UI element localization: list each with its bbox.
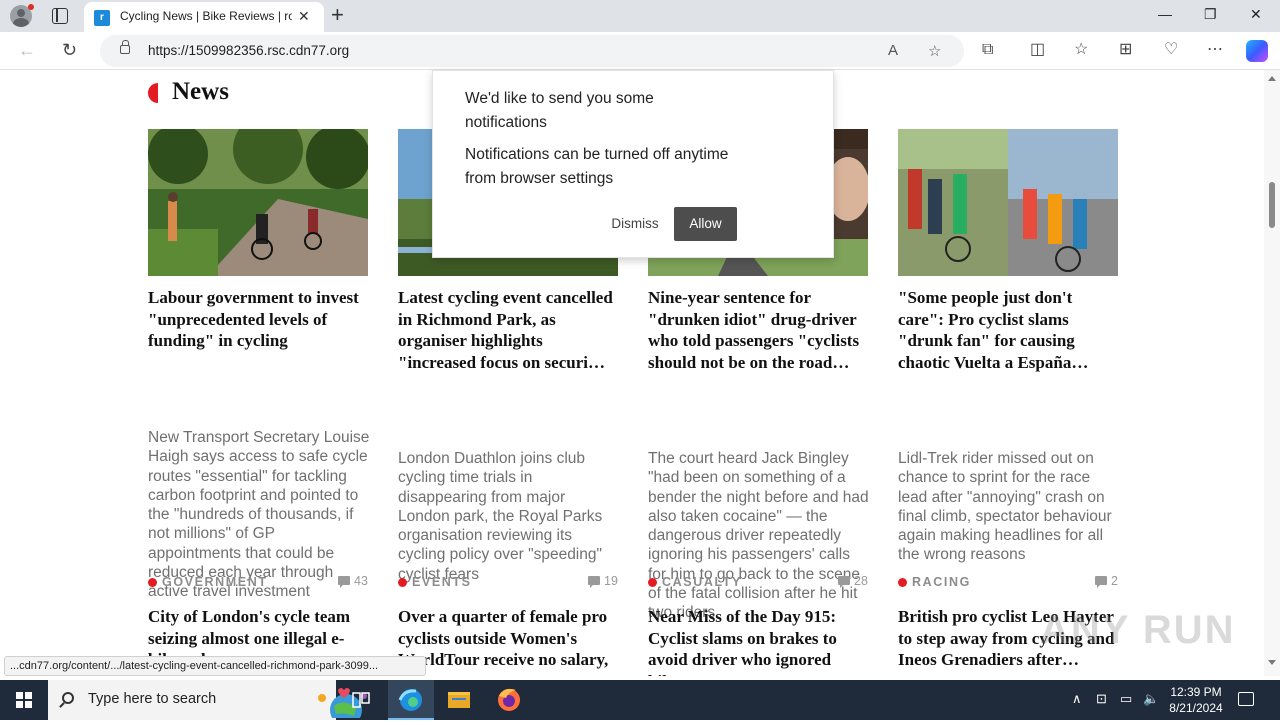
taskbar-search[interactable]: Type here to search: [48, 680, 367, 720]
windows-taskbar: Type here to search ∧ ⊡ ▭ 🔈 12:39 PM 8/2…: [0, 680, 1280, 720]
category-label[interactable]: CASUALTY: [662, 575, 742, 589]
browser-essentials-icon[interactable]: ♡: [1164, 41, 1178, 59]
article-meta: EVENTS 19: [398, 574, 618, 590]
comment-count[interactable]: 28: [854, 574, 868, 588]
windows-start-icon[interactable]: [16, 692, 32, 708]
new-tab-icon[interactable]: +: [331, 4, 344, 26]
article-headline[interactable]: Nine-year sentence for "drunken idiot" d…: [648, 287, 870, 373]
url-text[interactable]: https://1509982356.rsc.cdn77.org: [148, 43, 349, 58]
article-headline[interactable]: Near Miss of the Day 915: Cyclist slams …: [648, 606, 870, 676]
article-summary: London Duathlon joins club cycling time …: [398, 450, 603, 583]
category-dot: [398, 578, 407, 587]
minimize-icon[interactable]: —: [1158, 6, 1172, 22]
tab-close-icon[interactable]: ✕: [298, 8, 310, 25]
task-view-icon[interactable]: [338, 680, 384, 720]
allow-button[interactable]: Allow: [674, 207, 737, 241]
copilot-icon[interactable]: [1246, 40, 1268, 62]
article-meta: CASUALTY 28: [648, 574, 868, 590]
comment-count[interactable]: 2: [1111, 574, 1118, 588]
favorite-star-icon[interactable]: ☆: [928, 42, 941, 60]
comment-icon[interactable]: [838, 576, 850, 588]
popup-text: notifications: [465, 114, 547, 131]
section-title: News: [172, 78, 229, 105]
close-window-icon[interactable]: ✕: [1250, 6, 1262, 23]
comment-icon[interactable]: [588, 576, 600, 588]
collections-icon[interactable]: ⊞: [1119, 41, 1132, 59]
comment-icon[interactable]: [1095, 576, 1107, 588]
popup-text: We'd like to send you some: [465, 90, 654, 107]
site-favicon-icon: r: [94, 10, 110, 26]
article-summary: Lidl-Trek rider missed out on chance to …: [898, 450, 1112, 564]
page-scrollbar[interactable]: [1264, 70, 1280, 676]
address-bar[interactable]: https://1509982356.rsc.cdn77.org A ☆: [100, 35, 964, 67]
article-headline[interactable]: Latest cycling event cancelled in Richmo…: [398, 287, 620, 373]
search-icon: [62, 692, 74, 704]
browser-toolbar: ← ↻ https://1509982356.rsc.cdn77.org A ☆…: [0, 32, 1280, 70]
volume-icon[interactable]: 🔈: [1143, 691, 1159, 707]
network-icon[interactable]: ▭: [1120, 691, 1132, 707]
tab-cycling-news[interactable]: r Cycling News | Bike Reviews | road ✕: [84, 2, 324, 32]
article-summary: The court heard Jack Bingley "had been o…: [648, 450, 869, 622]
article-image[interactable]: [148, 129, 368, 276]
taskbar-clock[interactable]: 12:39 PM 8/21/2024: [1160, 684, 1232, 716]
lock-icon[interactable]: [120, 40, 130, 54]
category-label[interactable]: RACING: [912, 575, 971, 589]
favorites-icon[interactable]: ☆: [1074, 41, 1088, 59]
clock-time: 12:39 PM: [1170, 685, 1222, 699]
meet-now-icon[interactable]: ⊡: [1096, 691, 1107, 707]
article-headline[interactable]: Over a quarter of female pro cyclists ou…: [398, 606, 620, 676]
popup-text: from browser settings: [465, 170, 614, 187]
scroll-thumb[interactable]: [1269, 182, 1275, 228]
dismiss-button[interactable]: Dismiss: [601, 207, 669, 241]
comment-count[interactable]: 19: [604, 574, 618, 588]
clock-date: 8/21/2024: [1169, 701, 1223, 715]
firefox-icon[interactable]: [486, 680, 532, 720]
category-dot: [648, 578, 657, 587]
maximize-icon[interactable]: ❐: [1204, 6, 1217, 23]
category-dot: [898, 578, 907, 587]
article-meta: GOVERNMENT 43: [148, 574, 368, 590]
split-screen-icon[interactable]: ◫: [1030, 41, 1045, 59]
edge-taskbar-icon[interactable]: [388, 680, 434, 720]
article-headline[interactable]: Labour government to invest "unprecedent…: [148, 287, 370, 352]
back-icon[interactable]: ←: [18, 40, 36, 60]
tab-strip: r Cycling News | Bike Reviews | road ✕ +…: [0, 0, 1280, 32]
extensions-icon[interactable]: ⧉: [982, 41, 993, 59]
status-link-preview: ...cdn77.org/content/.../latest-cycling-…: [4, 656, 426, 676]
profile-notification-dot: [28, 4, 34, 10]
article-image[interactable]: [898, 129, 1118, 276]
scroll-up-icon[interactable]: [1268, 76, 1276, 81]
refresh-icon[interactable]: ↻: [62, 40, 77, 60]
category-label[interactable]: GOVERNMENT: [162, 575, 268, 589]
tab-title: Cycling News | Bike Reviews | road: [120, 9, 292, 23]
show-hidden-icons[interactable]: ∧: [1072, 691, 1082, 707]
notification-permission-popup: We'd like to send you some notifications…: [432, 70, 834, 258]
category-label[interactable]: EVENTS: [412, 575, 472, 589]
search-placeholder[interactable]: Type here to search: [88, 691, 216, 707]
section-marker: [148, 83, 158, 103]
tab-actions-icon[interactable]: [52, 8, 68, 24]
popup-text: Notifications can be turned off anytime: [465, 146, 729, 163]
comment-icon[interactable]: [338, 576, 350, 588]
comment-count[interactable]: 43: [354, 574, 368, 588]
watermark: ANY RUN: [1040, 608, 1236, 652]
scroll-down-icon[interactable]: [1268, 660, 1276, 665]
notification-center-icon[interactable]: [1238, 692, 1254, 706]
article-headline[interactable]: "Some people just don't care": Pro cycli…: [898, 287, 1120, 373]
category-dot: [148, 578, 157, 587]
file-explorer-icon[interactable]: [436, 680, 482, 720]
article-meta: RACING 2: [898, 574, 1118, 590]
read-aloud-icon[interactable]: A: [888, 42, 898, 59]
more-menu-icon[interactable]: ⋯: [1207, 41, 1223, 59]
